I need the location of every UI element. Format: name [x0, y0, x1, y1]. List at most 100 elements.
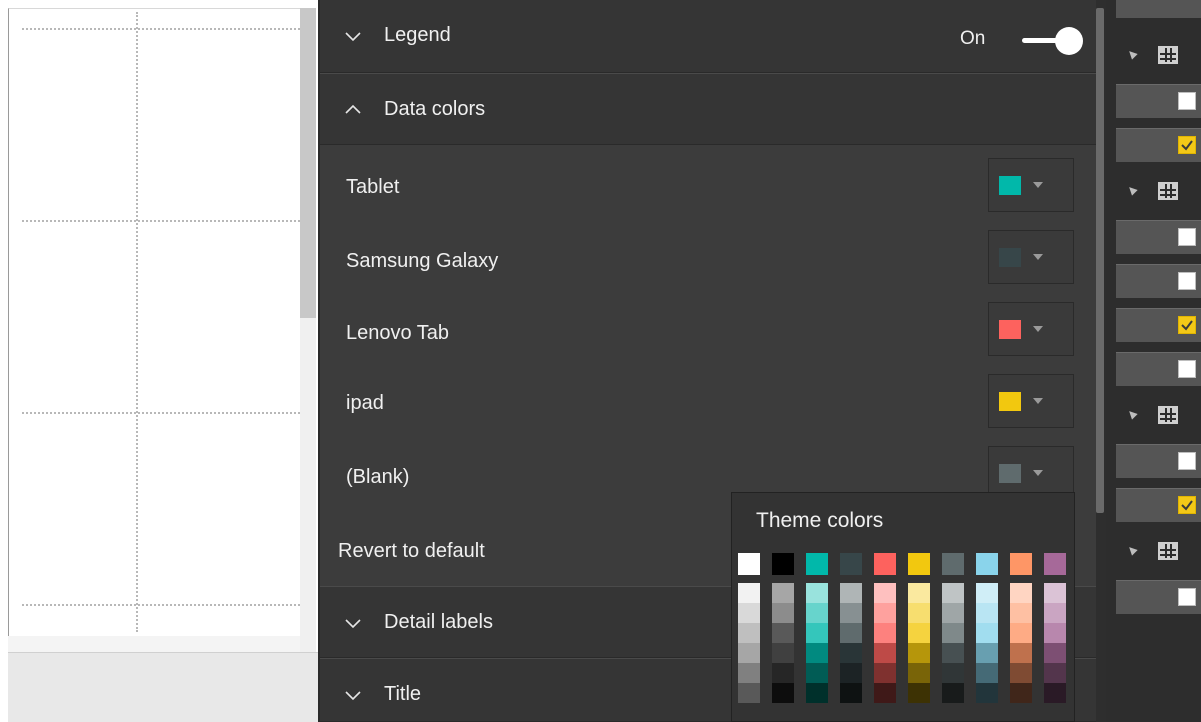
field-table-row[interactable] — [1106, 396, 1201, 436]
theme-shade-swatch[interactable] — [874, 603, 896, 623]
data-colors-section-header[interactable]: Data colors — [320, 73, 1096, 145]
canvas-scrollbar-thumb[interactable] — [300, 8, 316, 318]
theme-shade-swatch[interactable] — [942, 583, 964, 603]
theme-shade-swatch[interactable] — [1010, 683, 1032, 703]
field-checkbox[interactable] — [1178, 228, 1196, 246]
field-checkbox[interactable] — [1178, 452, 1196, 470]
theme-shade-swatch[interactable] — [772, 583, 794, 603]
theme-color-swatch[interactable] — [874, 553, 896, 575]
field-table-row[interactable] — [1106, 532, 1201, 572]
theme-shade-swatch[interactable] — [772, 663, 794, 683]
field-row[interactable] — [1116, 352, 1201, 386]
theme-shade-swatch[interactable] — [874, 643, 896, 663]
theme-shade-swatch[interactable] — [1010, 583, 1032, 603]
theme-shade-swatch[interactable] — [976, 583, 998, 603]
theme-shade-swatch[interactable] — [908, 643, 930, 663]
theme-shade-swatch[interactable] — [942, 643, 964, 663]
field-checkbox[interactable] — [1178, 272, 1196, 290]
theme-shade-swatch[interactable] — [806, 583, 828, 603]
theme-color-swatch[interactable] — [738, 553, 760, 575]
theme-shade-swatch[interactable] — [976, 643, 998, 663]
theme-shade-swatch[interactable] — [738, 643, 760, 663]
theme-shade-swatch[interactable] — [908, 603, 930, 623]
theme-shade-swatch[interactable] — [840, 683, 862, 703]
field-checkbox[interactable] — [1178, 316, 1196, 334]
theme-shade-swatch[interactable] — [942, 603, 964, 623]
theme-shade-swatch[interactable] — [1010, 623, 1032, 643]
expand-arrow-icon[interactable] — [1126, 408, 1138, 420]
theme-shade-swatch[interactable] — [908, 683, 930, 703]
theme-shade-swatch[interactable] — [1044, 603, 1066, 623]
theme-shade-swatch[interactable] — [738, 603, 760, 623]
theme-shade-swatch[interactable] — [908, 583, 930, 603]
field-table-row[interactable] — [1106, 172, 1201, 212]
field-row[interactable] — [1116, 444, 1201, 478]
field-checkbox[interactable] — [1178, 496, 1196, 514]
field-checkbox[interactable] — [1178, 136, 1196, 154]
theme-shade-swatch[interactable] — [1010, 663, 1032, 683]
field-row[interactable] — [1116, 0, 1201, 18]
field-row[interactable] — [1116, 84, 1201, 118]
theme-shade-swatch[interactable] — [1044, 623, 1066, 643]
theme-shade-swatch[interactable] — [1044, 583, 1066, 603]
field-row[interactable] — [1116, 264, 1201, 298]
theme-shade-swatch[interactable] — [772, 623, 794, 643]
theme-shade-swatch[interactable] — [1044, 643, 1066, 663]
field-row[interactable] — [1116, 488, 1201, 522]
color-picker-button[interactable] — [988, 230, 1074, 284]
expand-arrow-icon[interactable] — [1126, 544, 1138, 556]
theme-color-swatch[interactable] — [942, 553, 964, 575]
theme-shade-swatch[interactable] — [738, 663, 760, 683]
theme-shade-swatch[interactable] — [942, 683, 964, 703]
expand-arrow-icon[interactable] — [1126, 184, 1138, 196]
field-row[interactable] — [1116, 580, 1201, 614]
theme-shade-swatch[interactable] — [874, 683, 896, 703]
field-row[interactable] — [1116, 128, 1201, 162]
theme-shade-swatch[interactable] — [738, 583, 760, 603]
theme-shade-swatch[interactable] — [806, 603, 828, 623]
theme-shade-swatch[interactable] — [908, 663, 930, 683]
theme-shade-swatch[interactable] — [840, 643, 862, 663]
theme-shade-swatch[interactable] — [1010, 603, 1032, 623]
legend-toggle-knob[interactable] — [1055, 27, 1083, 55]
theme-shade-swatch[interactable] — [1044, 663, 1066, 683]
theme-color-swatch[interactable] — [806, 553, 828, 575]
field-table-row[interactable] — [1106, 36, 1201, 76]
theme-shade-swatch[interactable] — [840, 663, 862, 683]
theme-color-swatch[interactable] — [1010, 553, 1032, 575]
theme-shade-swatch[interactable] — [976, 603, 998, 623]
theme-shade-swatch[interactable] — [738, 623, 760, 643]
theme-shade-swatch[interactable] — [840, 623, 862, 643]
theme-shade-swatch[interactable] — [772, 683, 794, 703]
field-checkbox[interactable] — [1178, 360, 1196, 378]
theme-shade-swatch[interactable] — [738, 683, 760, 703]
theme-shade-swatch[interactable] — [976, 663, 998, 683]
field-row[interactable] — [1116, 220, 1201, 254]
theme-color-swatch[interactable] — [908, 553, 930, 575]
theme-shade-swatch[interactable] — [840, 583, 862, 603]
theme-color-swatch[interactable] — [976, 553, 998, 575]
color-picker-button[interactable] — [988, 158, 1074, 212]
field-checkbox[interactable] — [1178, 588, 1196, 606]
theme-shade-swatch[interactable] — [806, 623, 828, 643]
format-panel-scrollbar-thumb[interactable] — [1096, 8, 1104, 513]
theme-shade-swatch[interactable] — [976, 683, 998, 703]
theme-shade-swatch[interactable] — [806, 683, 828, 703]
theme-shade-swatch[interactable] — [976, 623, 998, 643]
theme-shade-swatch[interactable] — [772, 643, 794, 663]
theme-shade-swatch[interactable] — [806, 663, 828, 683]
theme-color-swatch[interactable] — [840, 553, 862, 575]
theme-shade-swatch[interactable] — [908, 623, 930, 643]
field-row[interactable] — [1116, 308, 1201, 342]
theme-shade-swatch[interactable] — [942, 663, 964, 683]
theme-color-swatch[interactable] — [772, 553, 794, 575]
theme-shade-swatch[interactable] — [942, 623, 964, 643]
theme-shade-swatch[interactable] — [806, 643, 828, 663]
report-canvas[interactable] — [0, 0, 318, 722]
theme-shade-swatch[interactable] — [772, 603, 794, 623]
theme-shade-swatch[interactable] — [874, 663, 896, 683]
field-checkbox[interactable] — [1178, 92, 1196, 110]
theme-shade-swatch[interactable] — [1044, 683, 1066, 703]
theme-shade-swatch[interactable] — [874, 583, 896, 603]
theme-color-swatch[interactable] — [1044, 553, 1066, 575]
